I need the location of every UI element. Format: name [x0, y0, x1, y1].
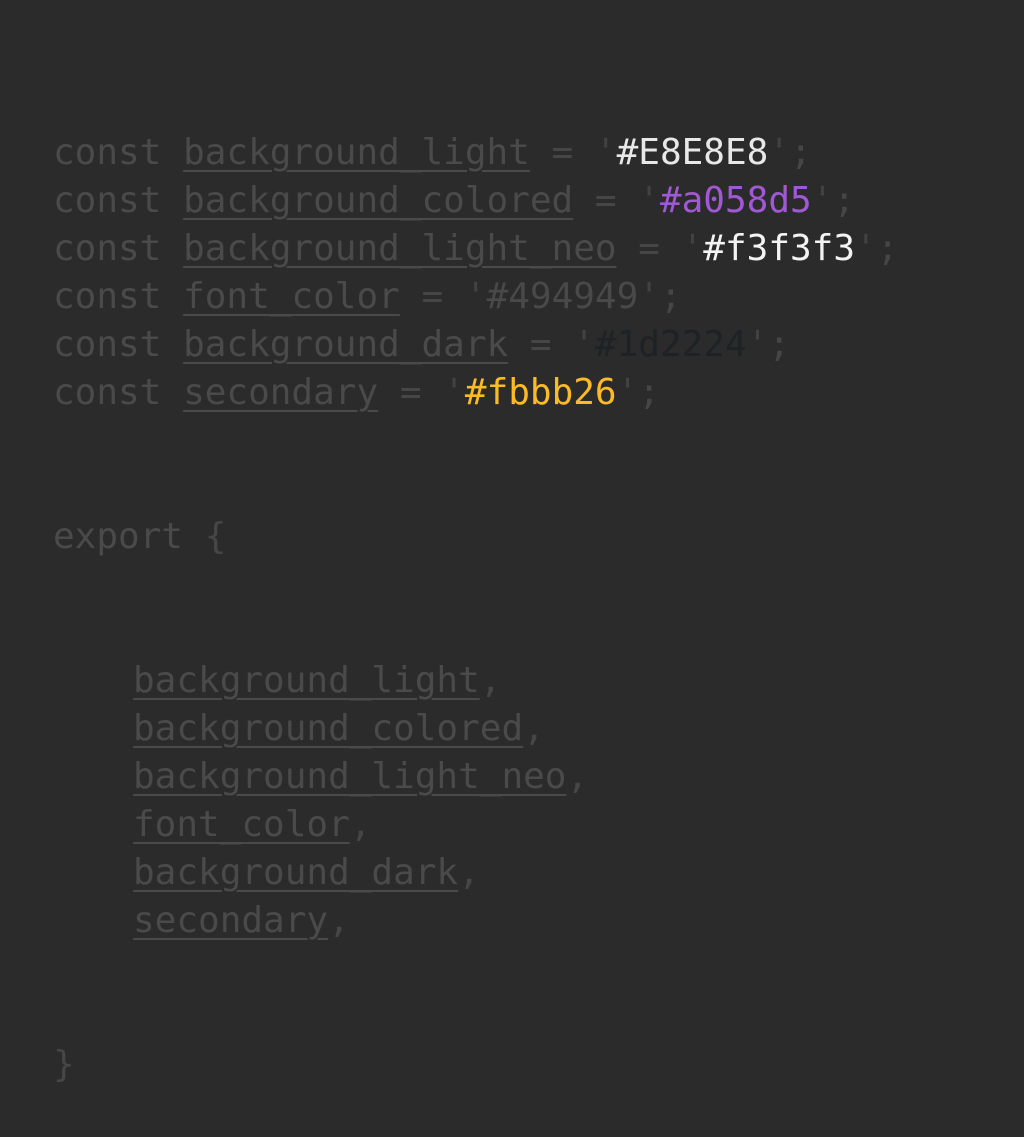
const-keyword: const: [53, 324, 162, 365]
semicolon: ;: [768, 324, 791, 365]
const-keyword: const: [53, 276, 162, 317]
export-item[interactable]: background_light: [133, 660, 480, 701]
export-item-line: secondary,: [53, 897, 898, 945]
export-item-line: background_light,: [53, 657, 898, 705]
variable-name[interactable]: secondary: [183, 372, 378, 413]
quote-close: ': [616, 372, 639, 413]
quote-close: ': [746, 324, 769, 365]
quote-close: ': [811, 180, 834, 221]
declarations-block: const background_light = '#E8E8E8'; const…: [53, 129, 898, 417]
variable-name[interactable]: background_light_neo: [183, 228, 616, 269]
comma: ,: [328, 900, 350, 941]
assign-operator: =: [594, 180, 617, 221]
variable-name[interactable]: font_color: [183, 276, 400, 317]
quote-open: ': [443, 372, 465, 413]
quote-open: ': [573, 324, 595, 365]
code-line: const font_color = '#494949';: [53, 273, 898, 321]
const-keyword: const: [53, 372, 162, 413]
const-keyword: const: [53, 132, 162, 173]
comma: ,: [523, 708, 545, 749]
semicolon: ;: [876, 228, 899, 269]
export-item[interactable]: background_colored: [133, 708, 523, 749]
export-item[interactable]: secondary: [133, 900, 328, 941]
export-item[interactable]: font_color: [133, 804, 350, 845]
semicolon: ;: [790, 132, 812, 173]
export-item[interactable]: background_light_neo: [133, 756, 566, 797]
code-line: const background_light_neo = '#f3f3f3';: [53, 225, 898, 273]
quote-open: ': [594, 132, 617, 173]
quote-close: ': [855, 228, 877, 269]
export-item-line: background_colored,: [53, 705, 898, 753]
comma: ,: [458, 852, 480, 893]
color-value: #fbbb26: [464, 372, 617, 413]
semicolon: ;: [638, 372, 660, 413]
close-brace: }: [53, 1044, 75, 1085]
close-brace-line: }: [53, 1041, 898, 1089]
quote-close: ': [768, 132, 790, 173]
export-item-line: font_color,: [53, 801, 898, 849]
variable-name[interactable]: background_dark: [183, 324, 508, 365]
color-value: #f3f3f3: [703, 228, 856, 269]
export-item[interactable]: background_dark: [133, 852, 458, 893]
semicolon: ;: [659, 276, 682, 317]
code-line: const background_dark = '#1d2224';: [53, 321, 898, 369]
assign-operator: =: [529, 324, 552, 365]
quote-close: ': [638, 276, 660, 317]
color-value: #1d2224: [594, 324, 747, 365]
code-line: const secondary = '#fbbb26';: [53, 369, 898, 417]
color-value: #E8E8E8: [616, 132, 769, 173]
color-value: #a058d5: [659, 180, 812, 221]
code-editor[interactable]: const background_light = '#E8E8E8'; const…: [53, 33, 898, 1137]
color-value: #494949: [486, 276, 639, 317]
code-line: const background_light = '#E8E8E8';: [53, 129, 898, 177]
variable-name[interactable]: background_colored: [183, 180, 573, 221]
exports-block: background_light, background_colored, back…: [53, 657, 898, 945]
quote-open: ': [638, 180, 660, 221]
export-item-line: background_light_neo,: [53, 753, 898, 801]
open-brace: {: [204, 516, 227, 557]
variable-name[interactable]: background_light: [183, 132, 530, 173]
export-item-line: background_dark,: [53, 849, 898, 897]
code-line: const background_colored = '#a058d5';: [53, 177, 898, 225]
assign-operator: =: [399, 372, 422, 413]
comma: ,: [479, 660, 502, 701]
const-keyword: const: [53, 180, 162, 221]
comma: ,: [349, 804, 372, 845]
quote-open: ': [464, 276, 487, 317]
export-keyword: export: [53, 516, 184, 557]
semicolon: ;: [833, 180, 856, 221]
assign-operator: =: [638, 228, 660, 269]
export-line: export {: [53, 513, 898, 561]
const-keyword: const: [53, 228, 162, 269]
comma: ,: [566, 756, 589, 797]
quote-open: ': [681, 228, 704, 269]
assign-operator: =: [421, 276, 444, 317]
assign-operator: =: [551, 132, 574, 173]
